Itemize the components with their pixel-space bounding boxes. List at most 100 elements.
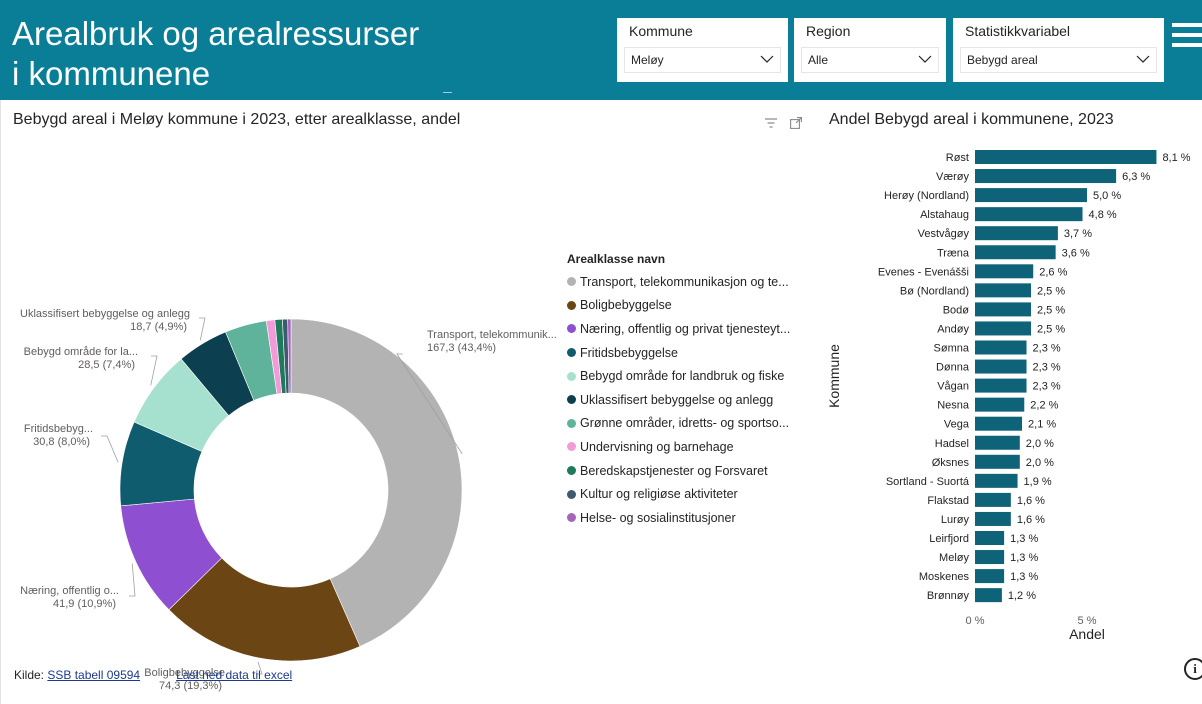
- bar-7[interactable]: [975, 264, 1034, 279]
- bar-5[interactable]: [975, 226, 1058, 241]
- bar-16[interactable]: [975, 435, 1020, 450]
- filter-icon[interactable]: [765, 118, 777, 128]
- bar-value-label-15: 2,1 %: [1028, 419, 1056, 431]
- legend-item-7[interactable]: Grønne områder, idretts- og sportso...: [567, 412, 807, 436]
- bar-20[interactable]: [975, 511, 1011, 526]
- bar-value-label-21: 1,3 %: [1010, 533, 1038, 545]
- bar-11[interactable]: [975, 340, 1027, 355]
- bar-value-label-13: 2,3 %: [1033, 381, 1061, 393]
- bar-15[interactable]: [975, 416, 1023, 431]
- legend-item-10[interactable]: Kultur og religiøse aktiviteter: [567, 482, 807, 506]
- donut-callout-value-4: 30,8 (8,0%): [33, 436, 90, 448]
- bar-value-label-14: 2,2 %: [1030, 400, 1058, 412]
- donut-chart-title: Bebygd areal i Meløy kommune i 2023, ett…: [13, 111, 461, 128]
- legend-swatch-7: [567, 418, 576, 428]
- legend-item-11[interactable]: Helse- og sosialinstitusjoner: [567, 506, 807, 530]
- bar-17[interactable]: [975, 454, 1020, 469]
- bar-value-label-22: 1,3 %: [1010, 552, 1038, 564]
- bar-category-label-14: Nesna: [937, 400, 970, 412]
- legend-title: Arealklasse navn: [567, 252, 666, 266]
- legend-item-2[interactable]: Boligbebyggelse: [567, 294, 807, 318]
- bar-13[interactable]: [975, 378, 1027, 393]
- bar-value-label-9: 2,5 %: [1037, 304, 1065, 316]
- hamburger-menu-icon[interactable]: [1172, 23, 1202, 49]
- bar-21[interactable]: [975, 531, 1005, 545]
- bar-value-label-16: 2,0 %: [1026, 438, 1054, 450]
- bar-value-label-11: 2,3 %: [1033, 343, 1061, 355]
- bar-value-label-4: 4,8 %: [1089, 209, 1117, 221]
- bar-12[interactable]: [975, 359, 1027, 374]
- bar-4[interactable]: [975, 207, 1083, 222]
- legend-swatch-1: [567, 277, 576, 287]
- bar-value-label-20: 1,6 %: [1017, 514, 1045, 526]
- chevron-down-icon: [1136, 55, 1150, 63]
- info-icon[interactable]: i: [1184, 658, 1202, 680]
- bar-category-label-16: Hadsel: [935, 438, 969, 450]
- bar-category-label-11: Sømna: [934, 343, 970, 355]
- bar-category-label-21: Leirfjord: [929, 533, 969, 545]
- legend-label-6: Uklassifisert bebyggelse og anlegg: [580, 392, 774, 407]
- donut-callout-label-5: Bebygd område for la...: [24, 346, 138, 358]
- legend-label-11: Helse- og sosialinstitusjoner: [580, 510, 736, 525]
- slicer-kommune-dropdown[interactable]: Meløy: [624, 47, 781, 73]
- legend-item-6[interactable]: Uklassifisert bebyggelse og anlegg: [567, 388, 807, 412]
- legend-label-5: Bebygd område for landbruk og fiske: [580, 369, 785, 384]
- bar-value-label-17: 2,0 %: [1026, 457, 1054, 469]
- donut-callout-label-1: Transport, telekommunik...: [427, 329, 557, 341]
- legend-swatch-10: [567, 489, 576, 499]
- bar-3[interactable]: [975, 188, 1087, 203]
- bar-category-label-8: Bø (Nordland): [900, 285, 969, 297]
- bar-24[interactable]: [975, 588, 1002, 603]
- bar-14[interactable]: [975, 397, 1025, 412]
- bar-category-label-4: Alstahaug: [920, 209, 969, 221]
- bar-22[interactable]: [975, 550, 1005, 565]
- bar-value-label-18: 1,9 %: [1024, 476, 1052, 488]
- donut-chart-panel: Bebygd areal i Meløy kommune i 2023, ett…: [0, 100, 815, 704]
- donut-callout-value-5: 28,5 (7,4%): [78, 359, 135, 371]
- donut-legend: Arealklasse navn Transport, telekommunik…: [567, 252, 807, 530]
- bar-6[interactable]: [975, 245, 1056, 260]
- slicer-statistikkvariabel-dropdown[interactable]: Bebygd areal: [960, 47, 1157, 73]
- bar-value-label-5: 3,7 %: [1064, 228, 1092, 240]
- focus-mode-icon[interactable]: [790, 117, 802, 129]
- bar-value-label-12: 2,3 %: [1033, 362, 1061, 374]
- legend-item-5[interactable]: Bebygd område for landbruk og fiske: [567, 364, 807, 388]
- donut-callout-line-5: [150, 355, 158, 386]
- slicer-kommune-label: Kommune: [629, 23, 693, 39]
- bar-8[interactable]: [975, 283, 1031, 298]
- legend-label-4: Fritidsbebyggelse: [580, 345, 678, 360]
- legend-label-10: Kultur og religiøse aktiviteter: [580, 487, 738, 502]
- bar-chart-title: Andel Bebygd areal i kommunene, 2023: [829, 111, 1114, 128]
- bar-value-label-7: 2,6 %: [1039, 266, 1067, 278]
- bar-category-label-23: Moskenes: [919, 571, 970, 583]
- legend-item-1[interactable]: Transport, telekommunikasjon og te...: [567, 270, 807, 294]
- source-prefix: Kilde:: [14, 668, 48, 682]
- bar-1[interactable]: [975, 150, 1157, 164]
- slicer-region-label: Region: [806, 23, 851, 39]
- slicer-region-dropdown[interactable]: Alle: [801, 47, 939, 73]
- bar-19[interactable]: [975, 492, 1011, 507]
- chevron-down-icon: [760, 55, 774, 63]
- report-title-line2: i kommunene: [12, 55, 211, 92]
- legend-swatch-5: [567, 371, 576, 381]
- legend-label-2: Boligbebyggelse: [580, 298, 672, 313]
- legend-swatch-2: [567, 300, 576, 310]
- bar-23[interactable]: [975, 569, 1005, 584]
- legend-item-3[interactable]: Næring, offentlig og privat tjenesteyt..…: [567, 317, 807, 341]
- legend-item-8[interactable]: Undervisning og barnehage: [567, 435, 807, 459]
- legend-swatch-9: [567, 466, 576, 476]
- bar-10[interactable]: [975, 321, 1031, 336]
- report-title-line1: Arealbruk og arealressurser: [12, 15, 420, 52]
- report-title: Arealbruk og arealressurser i kommunene: [12, 14, 419, 94]
- legend-label-3: Næring, offentlig og privat tjenesteyt..…: [580, 321, 791, 336]
- bar-value-label-3: 5,0 %: [1093, 190, 1121, 202]
- source-link[interactable]: SSB tabell 09594: [47, 668, 140, 682]
- bar-18[interactable]: [975, 473, 1018, 488]
- bar-2[interactable]: [975, 169, 1117, 184]
- legend-item-4[interactable]: Fritidsbebyggelse: [567, 341, 807, 365]
- bar-category-label-9: Bodø: [943, 304, 970, 316]
- bar-9[interactable]: [975, 302, 1031, 317]
- download-excel-link[interactable]: Last ned data til excel: [176, 668, 292, 682]
- bar-category-label-22: Meløy: [939, 552, 969, 564]
- legend-item-9[interactable]: Beredskapstjenester og Forsvaret: [567, 459, 807, 483]
